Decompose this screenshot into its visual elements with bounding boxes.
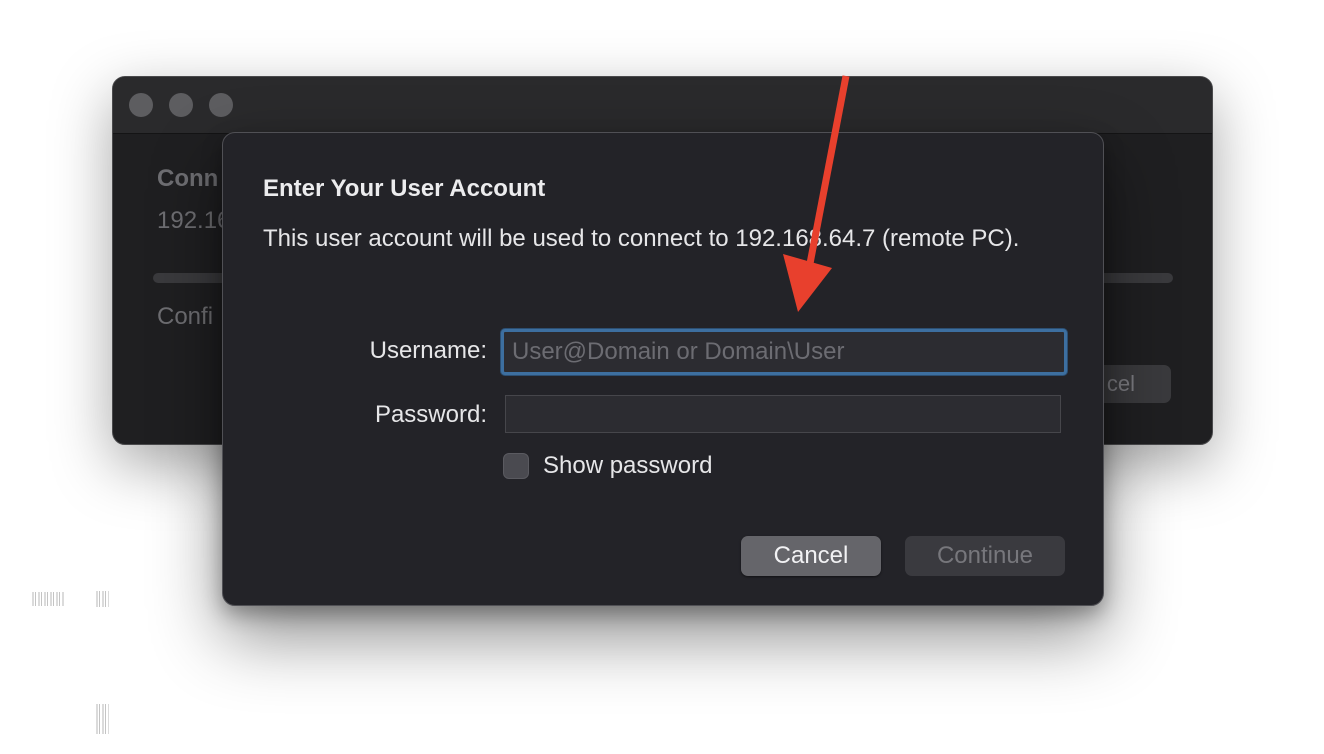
password-label: Password: (374, 401, 487, 428)
connection-ip: 192.16 (157, 207, 231, 234)
close-window-button[interactable] (129, 93, 153, 117)
screen: Conn 192.16 Confi cel Enter Your User Ac… (0, 0, 1324, 754)
image-artifact (32, 592, 64, 606)
connection-heading: Conn (157, 165, 219, 192)
connection-status-text: Confi (157, 303, 214, 330)
user-account-dialog: Enter Your User Account This user accoun… (222, 132, 1104, 606)
image-artifact (96, 704, 109, 734)
dialog-title: Enter Your User Account (263, 175, 546, 202)
minimize-window-button[interactable] (169, 93, 193, 117)
show-password-row[interactable]: Show password (503, 451, 712, 481)
username-label: Username: (369, 337, 487, 364)
continue-button[interactable]: Continue (905, 536, 1065, 576)
zoom-window-button[interactable] (209, 93, 233, 117)
show-password-checkbox[interactable] (503, 453, 529, 479)
show-password-label[interactable]: Show password (543, 452, 712, 480)
username-input[interactable] (501, 329, 1067, 375)
image-artifact (96, 591, 109, 607)
password-input[interactable] (505, 395, 1061, 433)
dialog-message: This user account will be used to connec… (263, 225, 1020, 252)
cancel-button[interactable]: Cancel (741, 536, 881, 576)
window-titlebar (113, 77, 1212, 134)
